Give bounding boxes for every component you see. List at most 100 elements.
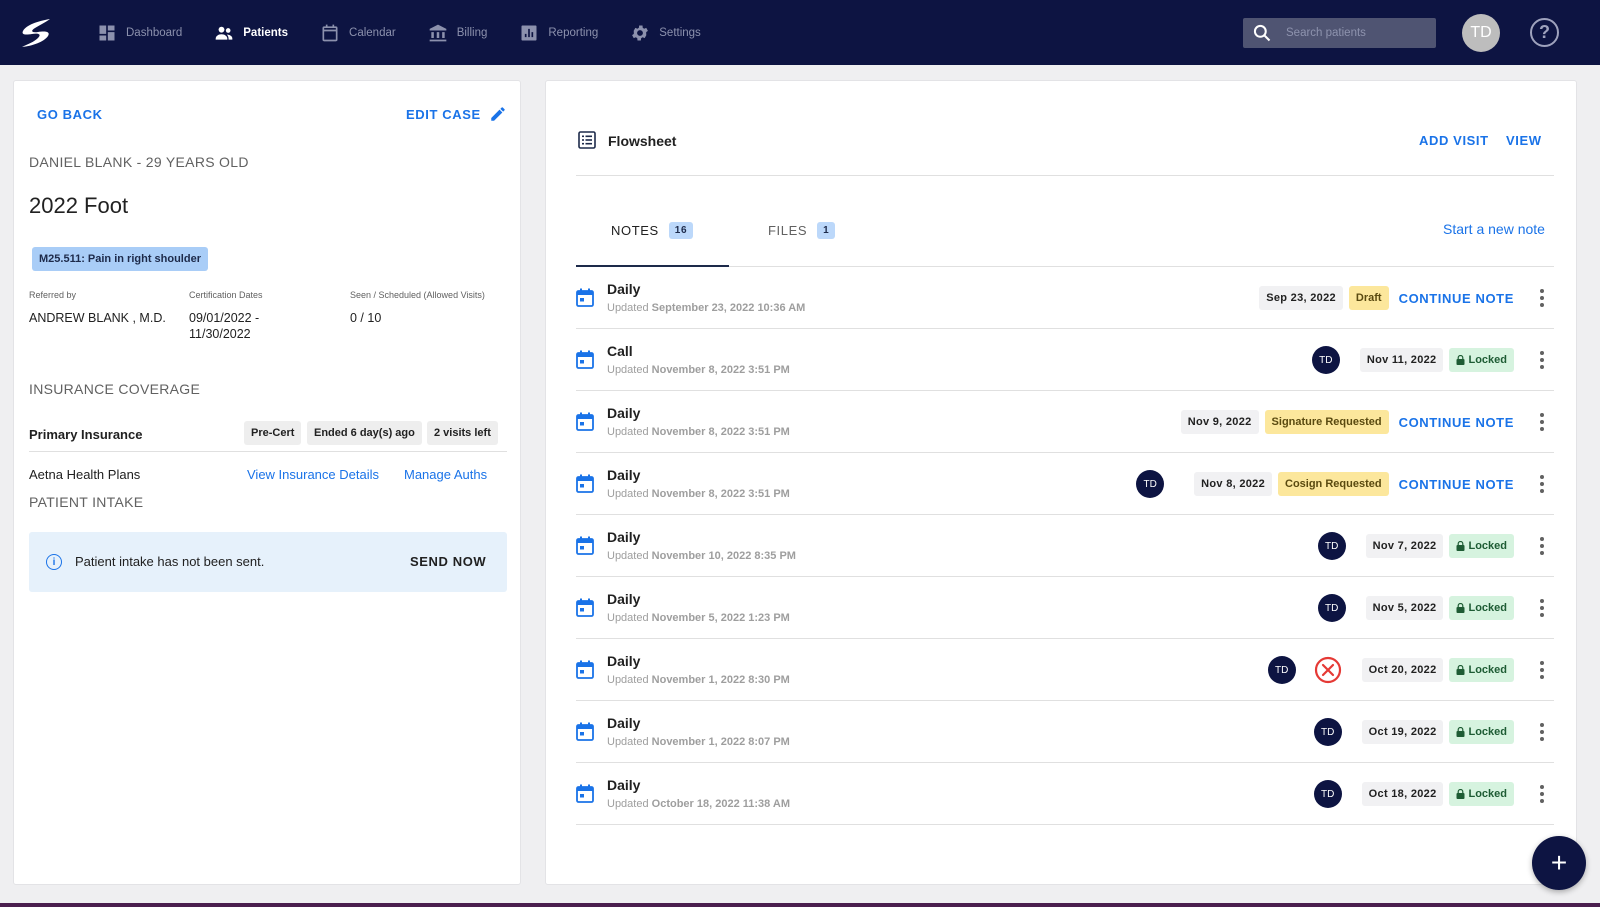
continue-note-button[interactable]: CONTINUE NOTE [1399,291,1514,306]
bottom-strip [0,903,1600,907]
updated-prefix: Updated [607,302,649,314]
nav-calendar[interactable]: Calendar [320,23,396,43]
nav-settings[interactable]: Settings [630,23,701,43]
lock-icon [1456,665,1465,675]
more-options-icon[interactable] [1530,288,1554,309]
more-options-icon[interactable] [1530,350,1554,371]
author-avatar[interactable]: TD [1136,470,1165,498]
nav-dashboard-label: Dashboard [126,26,183,39]
updated-timestamp: November 10, 2022 8:35 PM [651,550,796,562]
pencil-icon [491,107,505,121]
note-updated: Updated November 8, 2022 3:51 PM [607,488,790,500]
updated-prefix: Updated [607,488,649,500]
nav-patients[interactable]: Patients [214,23,288,43]
patient-search [1243,18,1436,48]
author-avatar[interactable]: TD [1311,346,1340,374]
ended-chip: Ended 6 day(s) ago [307,421,422,445]
note-row[interactable]: Daily Updated November 8, 2022 3:51 PM TD N… [576,453,1554,515]
note-row[interactable]: Call Updated November 8, 2022 3:51 PM TD No… [576,329,1554,391]
note-title: Daily [607,715,641,731]
flowsheet-list-icon [578,131,596,149]
help-icon[interactable]: ? [1530,18,1559,47]
note-title: Daily [607,467,641,483]
cert-dates-value: 09/01/2022 - 11/30/2022 [189,310,259,342]
tab-notes[interactable]: NOTES 16 [611,222,694,239]
referred-by-label: Referred by [29,290,77,300]
note-row[interactable]: Daily Updated September 23, 2022 10:36 AM… [576,267,1554,329]
more-options-icon[interactable] [1530,784,1554,805]
note-row[interactable]: Daily Updated November 1, 2022 8:30 PM TD O… [576,639,1554,701]
locked-status-chip: Locked [1449,348,1514,372]
edit-case-label: EDIT CASE [406,106,481,122]
seen-scheduled-value: 0 / 10 [350,311,382,325]
more-options-icon[interactable] [1530,536,1554,557]
author-avatar[interactable]: TD [1317,594,1346,622]
locked-status-chip: Locked [1449,534,1514,558]
author-avatar[interactable]: TD [1267,656,1296,684]
seen-scheduled-label: Seen / Scheduled (Allowed Visits) [350,290,485,300]
locked-status-chip: Locked [1449,782,1514,806]
note-row[interactable]: Daily Updated November 8, 2022 3:51 PM Nov… [576,391,1554,453]
go-back-button[interactable]: GO BACK [37,107,103,122]
note-date-chip: Sep 23, 2022 [1259,286,1343,310]
primary-insurance-row: Primary Insurance Pre-Cert Ended 6 day(s… [29,417,507,452]
calendar-icon [322,24,338,41]
lock-icon [1456,355,1465,365]
updated-timestamp: November 8, 2022 3:51 PM [651,426,790,438]
referring-provider-link[interactable]: ANDREW BLANK , M.D. [29,310,166,326]
note-row[interactable]: Daily Updated October 18, 2022 11:38 AM TD… [576,763,1554,825]
top-app-bar: Dashboard Patients Calendar Billing Repo… [0,0,1600,65]
nav-reporting[interactable]: Reporting [519,23,598,43]
note-row[interactable]: Daily Updated November 5, 2022 1:23 PM TD N… [576,577,1554,639]
updated-prefix: Updated [607,550,649,562]
note-updated: Updated September 23, 2022 10:36 AM [607,302,805,314]
updated-prefix: Updated [607,426,649,438]
updated-prefix: Updated [607,674,649,686]
note-updated: Updated October 18, 2022 11:38 AM [607,798,790,810]
status-label: Locked [1468,664,1507,676]
more-options-icon[interactable] [1530,598,1554,619]
nav-dashboard[interactable]: Dashboard [97,23,182,43]
updated-timestamp: October 18, 2022 11:38 AM [651,798,791,810]
start-new-note-link[interactable]: Start a new note [1443,221,1545,237]
dashboard-icon [99,25,115,40]
send-now-button[interactable]: SEND NOW [410,554,486,569]
view-button[interactable]: VIEW [1506,133,1542,148]
note-updated: Updated November 1, 2022 8:07 PM [607,736,790,748]
primary-insurance-label: Primary Insurance [29,427,143,442]
add-visit-button[interactable]: ADD VISIT [1419,133,1489,148]
locked-status-chip: Locked [1449,596,1514,620]
manage-auths-link[interactable]: Manage Auths [404,467,487,482]
note-date-chip: Nov 7, 2022 [1365,534,1444,558]
continue-note-button[interactable]: CONTINUE NOTE [1399,415,1514,430]
edit-case-button[interactable]: EDIT CASE [406,105,507,123]
more-options-icon[interactable] [1530,660,1554,681]
tab-notes-label: NOTES [611,223,659,238]
continue-note-button[interactable]: CONTINUE NOTE [1399,477,1514,492]
note-date-chip: Oct 18, 2022 [1361,782,1444,806]
note-row[interactable]: Daily Updated November 10, 2022 8:35 PM TD… [576,515,1554,577]
status-label: Locked [1468,788,1507,800]
search-input[interactable] [1286,27,1426,39]
view-insurance-details-link[interactable]: View Insurance Details [247,467,379,482]
tab-files[interactable]: FILES 1 [768,222,836,239]
more-options-icon[interactable] [1530,722,1554,743]
more-options-icon[interactable] [1530,412,1554,433]
author-avatar[interactable]: TD [1317,532,1346,560]
note-date-chip: Nov 11, 2022 [1359,348,1444,372]
flowsheet-panel: Flowsheet ADD VISIT VIEW NOTES 16 FILES … [545,80,1577,885]
more-options-icon[interactable] [1530,474,1554,495]
author-avatar[interactable]: TD [1313,780,1342,808]
app-logo-icon[interactable] [20,17,54,49]
note-actions: TD Nov 8, 2022 Cosign Requested CONTINUE NO… [1136,453,1554,515]
lock-icon [1456,603,1465,613]
note-row[interactable]: Daily Updated November 1, 2022 8:07 PM TD O… [576,701,1554,763]
author-avatar[interactable]: TD [1313,718,1342,746]
add-fab-button[interactable]: + [1532,836,1586,890]
locked-status-chip: Locked [1449,658,1514,682]
user-avatar[interactable]: TD [1462,14,1500,52]
note-date-chip: Oct 20, 2022 [1361,658,1444,682]
search-icon [1253,24,1271,42]
nav-billing[interactable]: Billing [428,23,487,43]
calendar-icon [576,412,594,431]
